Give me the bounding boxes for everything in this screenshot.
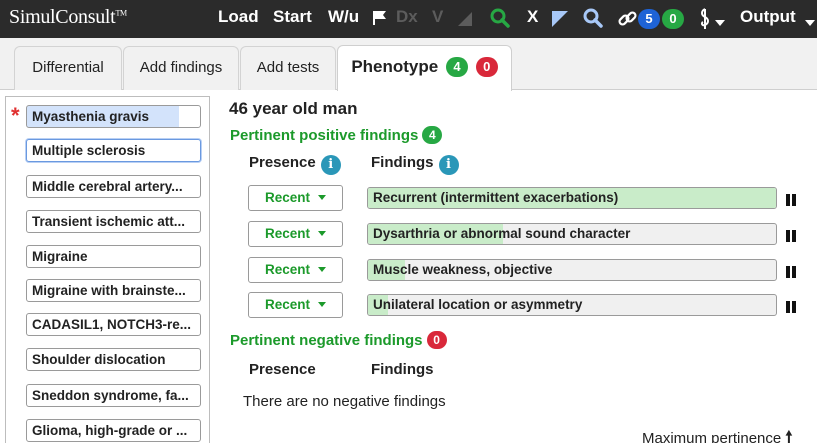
tab-add-tests[interactable]: Add tests [240, 46, 336, 90]
differential-item[interactable]: Transient ischemic att... [26, 210, 201, 233]
writeup-button[interactable]: W/u [328, 7, 359, 27]
tab-bar: Differential Add findings Add tests Phen… [0, 38, 817, 91]
differential-item[interactable]: Shoulder dislocation [26, 348, 201, 371]
phenotype-positive-badge: 4 [445, 57, 468, 77]
link-icon[interactable] [618, 9, 638, 34]
arrow-up-icon: 🠕 [785, 428, 793, 443]
tab-differential[interactable]: Differential [14, 46, 122, 90]
findings-column-header: Findings i [371, 154, 459, 175]
finding-bar[interactable]: Dysarthria or abnormal sound character [367, 223, 777, 245]
pause-icon[interactable] [786, 194, 798, 206]
link-count-badge-2: 0 [662, 9, 684, 29]
simulconsult-logo[interactable]: SimulConsultTM [9, 6, 127, 29]
presence-dropdown[interactable]: Recent [248, 185, 343, 211]
differential-item[interactable]: Migraine [26, 245, 201, 268]
flag-icon[interactable] [372, 10, 388, 31]
corner-triangle-dim-icon[interactable] [457, 11, 473, 32]
positive-findings-heading: Pertinent positive findings 4 [230, 126, 443, 144]
negative-count-badge: 0 [426, 331, 447, 349]
caret-down-icon [318, 267, 326, 272]
corner-triangle-blue-icon[interactable] [551, 10, 569, 33]
presence-column-header: Presence i [249, 154, 341, 175]
positive-count-badge: 4 [422, 126, 443, 144]
negative-findings-heading: Pertinent negative findings 0 [230, 331, 447, 349]
differential-item[interactable]: Sneddon syndrome, fa... [26, 384, 201, 407]
negative-findings-column-header: Findings [371, 361, 434, 378]
search-blue-icon[interactable] [583, 8, 603, 33]
pause-icon[interactable] [786, 230, 798, 242]
finding-bar[interactable]: Recurrent (intermittent exacerbations) [367, 187, 777, 209]
presence-dropdown[interactable]: Recent [248, 292, 343, 318]
phenotype-negative-badge: 0 [475, 57, 498, 77]
caret-down-icon [318, 302, 326, 307]
search-green-icon[interactable] [490, 8, 510, 33]
caret-down-icon [318, 231, 326, 236]
tab-add-findings[interactable]: Add findings [123, 46, 239, 90]
pause-icon[interactable] [786, 301, 798, 313]
case-title: 46 year old man [229, 99, 358, 118]
output-chevron-icon[interactable] [805, 14, 815, 32]
findings-info-icon[interactable]: i [438, 155, 459, 175]
v-button[interactable]: V [432, 7, 443, 27]
maximum-pertinence-sort[interactable]: Maximum pertinence 🠕 [642, 425, 793, 443]
finding-bar[interactable]: Muscle weakness, objective [367, 259, 777, 281]
chevron-down-icon[interactable] [715, 14, 725, 32]
differential-item[interactable]: CADASIL1, NOTCH3-re... [26, 313, 201, 336]
presence-info-icon[interactable]: i [320, 155, 341, 175]
differential-item[interactable]: Middle cerebral artery... [26, 175, 201, 198]
negative-presence-column-header: Presence [249, 361, 316, 378]
presence-dropdown[interactable]: Recent [248, 257, 343, 283]
caret-down-icon [318, 195, 326, 200]
load-button[interactable]: Load [218, 7, 259, 27]
x-button[interactable]: X [527, 7, 538, 27]
pause-icon[interactable] [786, 266, 798, 278]
tab-phenotype[interactable]: Phenotype 4 0 [337, 45, 512, 91]
differential-item[interactable]: Myasthenia gravis [26, 105, 201, 128]
top-toolbar: SimulConsultTM Load Start W/u Dx V X 5 0… [0, 0, 817, 38]
differential-item[interactable]: Migraine with brainste... [26, 279, 201, 302]
finding-bar[interactable]: Unilateral location or asymmetry [367, 294, 777, 316]
required-star-icon: * [11, 103, 20, 128]
differential-item[interactable]: Glioma, high-grade or ... [26, 419, 201, 442]
link-count-badge: 5 [638, 9, 660, 29]
settings-clef-icon[interactable] [698, 8, 712, 35]
differential-item[interactable]: Multiple sclerosis [26, 139, 201, 162]
start-button[interactable]: Start [273, 7, 312, 27]
output-menu[interactable]: Output [740, 7, 796, 27]
dx-button[interactable]: Dx [396, 7, 418, 27]
presence-dropdown[interactable]: Recent [248, 221, 343, 247]
no-negative-findings-text: There are no negative findings [243, 393, 446, 410]
